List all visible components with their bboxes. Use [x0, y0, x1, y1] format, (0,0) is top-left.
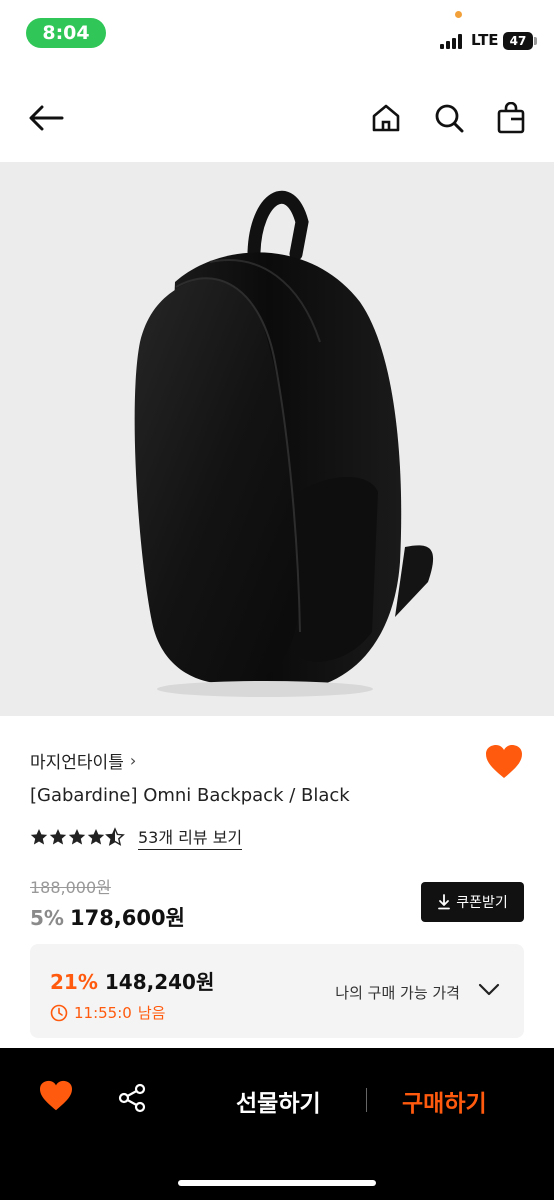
privacy-indicator-dot	[455, 11, 462, 18]
brand-link[interactable]: 마지언타이틀 ›	[30, 748, 136, 773]
discount-rate: 5%	[30, 906, 64, 930]
price-row: 5% 178,600원	[30, 902, 185, 932]
signal-icon	[440, 33, 466, 49]
download-icon	[438, 894, 451, 910]
share-button[interactable]	[116, 1082, 150, 1116]
heart-icon	[486, 745, 522, 778]
heart-icon	[40, 1080, 72, 1111]
countdown-timer: 11:55:0 남음	[50, 1002, 165, 1023]
share-icon	[118, 1083, 146, 1113]
product-title: [Gabardine] Omni Backpack / Black	[30, 785, 350, 806]
review-link[interactable]: 53개 리뷰 보기	[138, 824, 243, 850]
rating-row: 53개 리뷰 보기	[30, 824, 243, 850]
my-price-panel[interactable]: 21% 148,240원 11:55:0 남음 나의 구매 가능 가격	[30, 944, 524, 1038]
timer-suffix: 남음	[137, 1004, 166, 1022]
chevron-down-icon	[478, 982, 500, 1001]
buy-button[interactable]: 구매하기	[402, 1084, 487, 1118]
back-arrow-icon[interactable]	[26, 98, 66, 138]
timer-value: 11:55:0	[74, 1003, 132, 1022]
search-icon[interactable]	[429, 98, 469, 138]
battery-icon: 47	[503, 32, 533, 50]
chevron-right-icon: ›	[129, 751, 137, 770]
coupon-button[interactable]: 쿠폰받기	[421, 882, 524, 922]
shopping-bag-icon[interactable]	[491, 98, 531, 138]
original-price: 188,000원	[30, 878, 111, 897]
star-icon	[87, 829, 105, 845]
brand-name: 마지언타이틀	[30, 753, 124, 773]
status-bar: 8:04 LTE 47	[0, 0, 554, 66]
star-rating	[30, 827, 130, 847]
my-price-row: 21% 148,240원	[50, 966, 214, 995]
home-icon[interactable]	[366, 98, 406, 138]
star-icon	[68, 829, 86, 845]
half-star-icon	[106, 828, 124, 846]
battery-tip	[534, 37, 537, 45]
coupon-button-label: 쿠폰받기	[456, 895, 508, 911]
divider	[366, 1088, 367, 1112]
clock-icon	[50, 1004, 68, 1021]
gift-button[interactable]: 선물하기	[236, 1084, 321, 1118]
star-icon	[30, 829, 48, 845]
top-navigation	[0, 80, 554, 158]
sale-price: 178,600원	[69, 906, 185, 930]
home-indicator	[178, 1180, 376, 1186]
my-discount-rate: 21%	[50, 970, 98, 994]
star-icon	[49, 829, 67, 845]
my-price-label: 나의 구매 가능 가격	[335, 984, 460, 1002]
my-price-value: 148,240원	[104, 970, 215, 994]
product-image[interactable]	[0, 162, 554, 716]
wishlist-button[interactable]	[38, 1080, 76, 1118]
bottom-action-bar: 선물하기 구매하기	[0, 1048, 554, 1200]
status-time: 8:04	[26, 18, 106, 48]
network-label: LTE	[471, 31, 499, 49]
like-button[interactable]	[484, 744, 524, 784]
backpack-image	[134, 190, 434, 697]
